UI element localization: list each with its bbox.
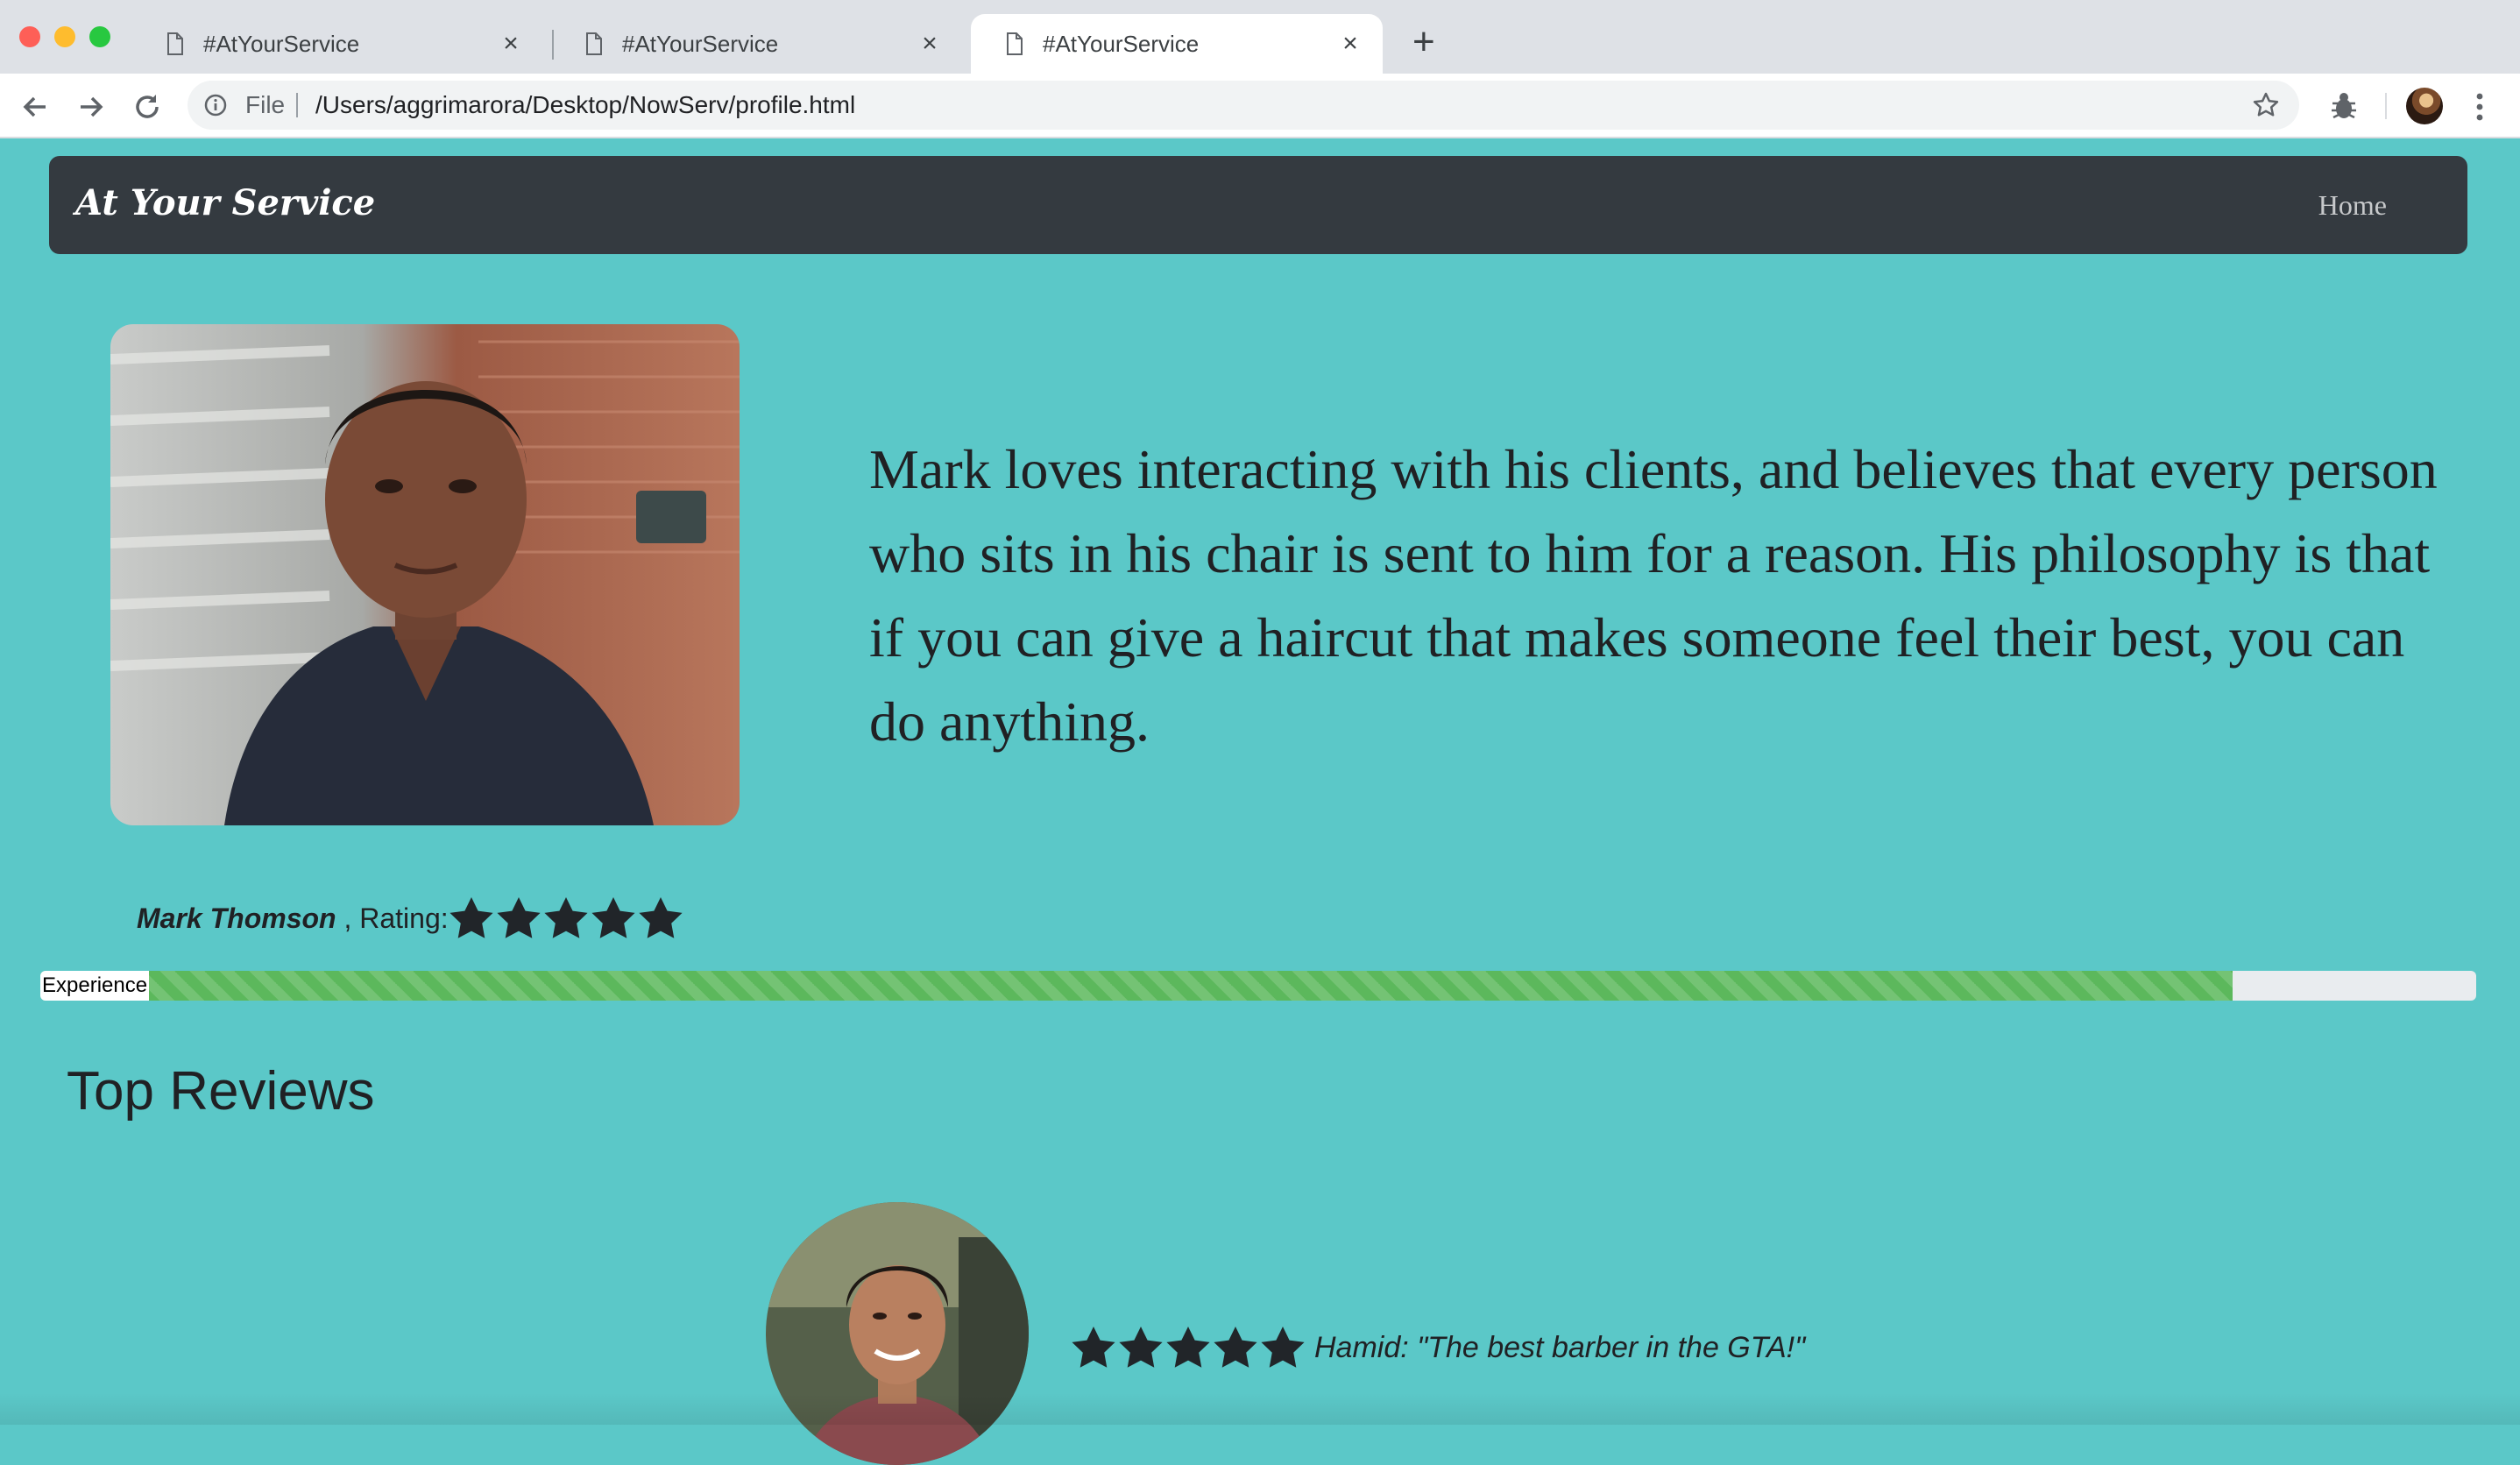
close-icon[interactable]: ×	[1337, 29, 1363, 59]
top-reviews-heading: Top Reviews	[67, 1061, 375, 1122]
rating-label: , Rating:	[336, 902, 449, 934]
tab-title: #AtYourService	[622, 30, 779, 57]
omnibox-divider	[296, 93, 298, 117]
browser-tab[interactable]: #AtYourService ×	[550, 14, 962, 74]
rating-star-icon	[1072, 1327, 1115, 1368]
star-outline-icon[interactable]	[2252, 91, 2280, 119]
window-minimize-button[interactable]	[54, 26, 75, 47]
bug-extension-icon[interactable]	[2329, 89, 2359, 123]
document-icon	[586, 32, 602, 55]
scheme-label: File	[245, 91, 286, 118]
url-text[interactable]: /Users/aggrimarora/Desktop/NowServ/profi…	[315, 91, 855, 119]
reload-icon[interactable]	[130, 89, 165, 124]
review-text: Hamid: "The best barber in the GTA!"	[1314, 1330, 1806, 1364]
nav-link-home[interactable]: Home	[2318, 189, 2387, 222]
info-icon[interactable]	[203, 93, 228, 117]
rating-star-icon	[449, 897, 493, 938]
tab-title: #AtYourService	[1043, 30, 1200, 57]
rating-star-icon	[1166, 1327, 1210, 1368]
tab-title: #AtYourService	[203, 30, 360, 57]
forward-arrow-icon[interactable]	[74, 89, 109, 124]
experience-progress-bar: Experience	[40, 971, 2476, 1001]
experience-progress-fill	[40, 971, 2233, 1001]
brand-logo[interactable]: At Your Service	[75, 182, 375, 223]
rating-star-icon	[591, 897, 635, 938]
browser-tabstrip: #AtYourService × #AtYourService × #AtYou…	[0, 0, 2520, 74]
rating-star-icon	[497, 897, 541, 938]
rating-star-icon	[1261, 1327, 1305, 1368]
experience-label: Experience	[40, 971, 150, 1001]
reviewer-avatar	[766, 1202, 1029, 1465]
barber-name: Mark Thomson	[137, 902, 336, 934]
name-rating-row: Mark Thomson , Rating:	[137, 892, 685, 945]
browser-tab[interactable]: #AtYourService ×	[131, 14, 543, 74]
rating-stars	[449, 896, 685, 940]
window-close-button[interactable]	[19, 26, 40, 47]
browser-toolbar: File /Users/aggrimarora/Desktop/NowServ/…	[0, 74, 2520, 138]
browser-tab-active[interactable]: #AtYourService ×	[971, 14, 1383, 74]
site-navbar: At Your Service Home	[49, 156, 2467, 254]
rating-star-icon	[544, 897, 588, 938]
address-bar[interactable]: File /Users/aggrimarora/Desktop/NowServ/…	[188, 81, 2299, 130]
new-tab-button[interactable]: +	[1412, 23, 1435, 61]
kebab-menu-icon[interactable]	[2474, 89, 2485, 124]
review-item: Hamid: "The best barber in the GTA!"	[1071, 1323, 1805, 1372]
profile-avatar[interactable]	[2406, 88, 2443, 124]
review-stars	[1071, 1326, 1307, 1369]
close-icon[interactable]: ×	[498, 29, 524, 59]
barber-profile-photo	[110, 324, 740, 825]
document-icon	[167, 32, 183, 55]
barber-bio: Mark loves interacting with his clients,…	[869, 438, 2438, 753]
document-icon	[1007, 32, 1023, 55]
window-zoom-button[interactable]	[89, 26, 110, 47]
back-arrow-icon[interactable]	[18, 89, 53, 124]
close-icon[interactable]: ×	[917, 29, 943, 59]
rating-star-icon	[1119, 1327, 1163, 1368]
toolbar-divider	[2385, 93, 2387, 119]
rating-star-icon	[639, 897, 683, 938]
bottom-shadow	[0, 1393, 2520, 1425]
rating-star-icon	[1214, 1327, 1257, 1368]
